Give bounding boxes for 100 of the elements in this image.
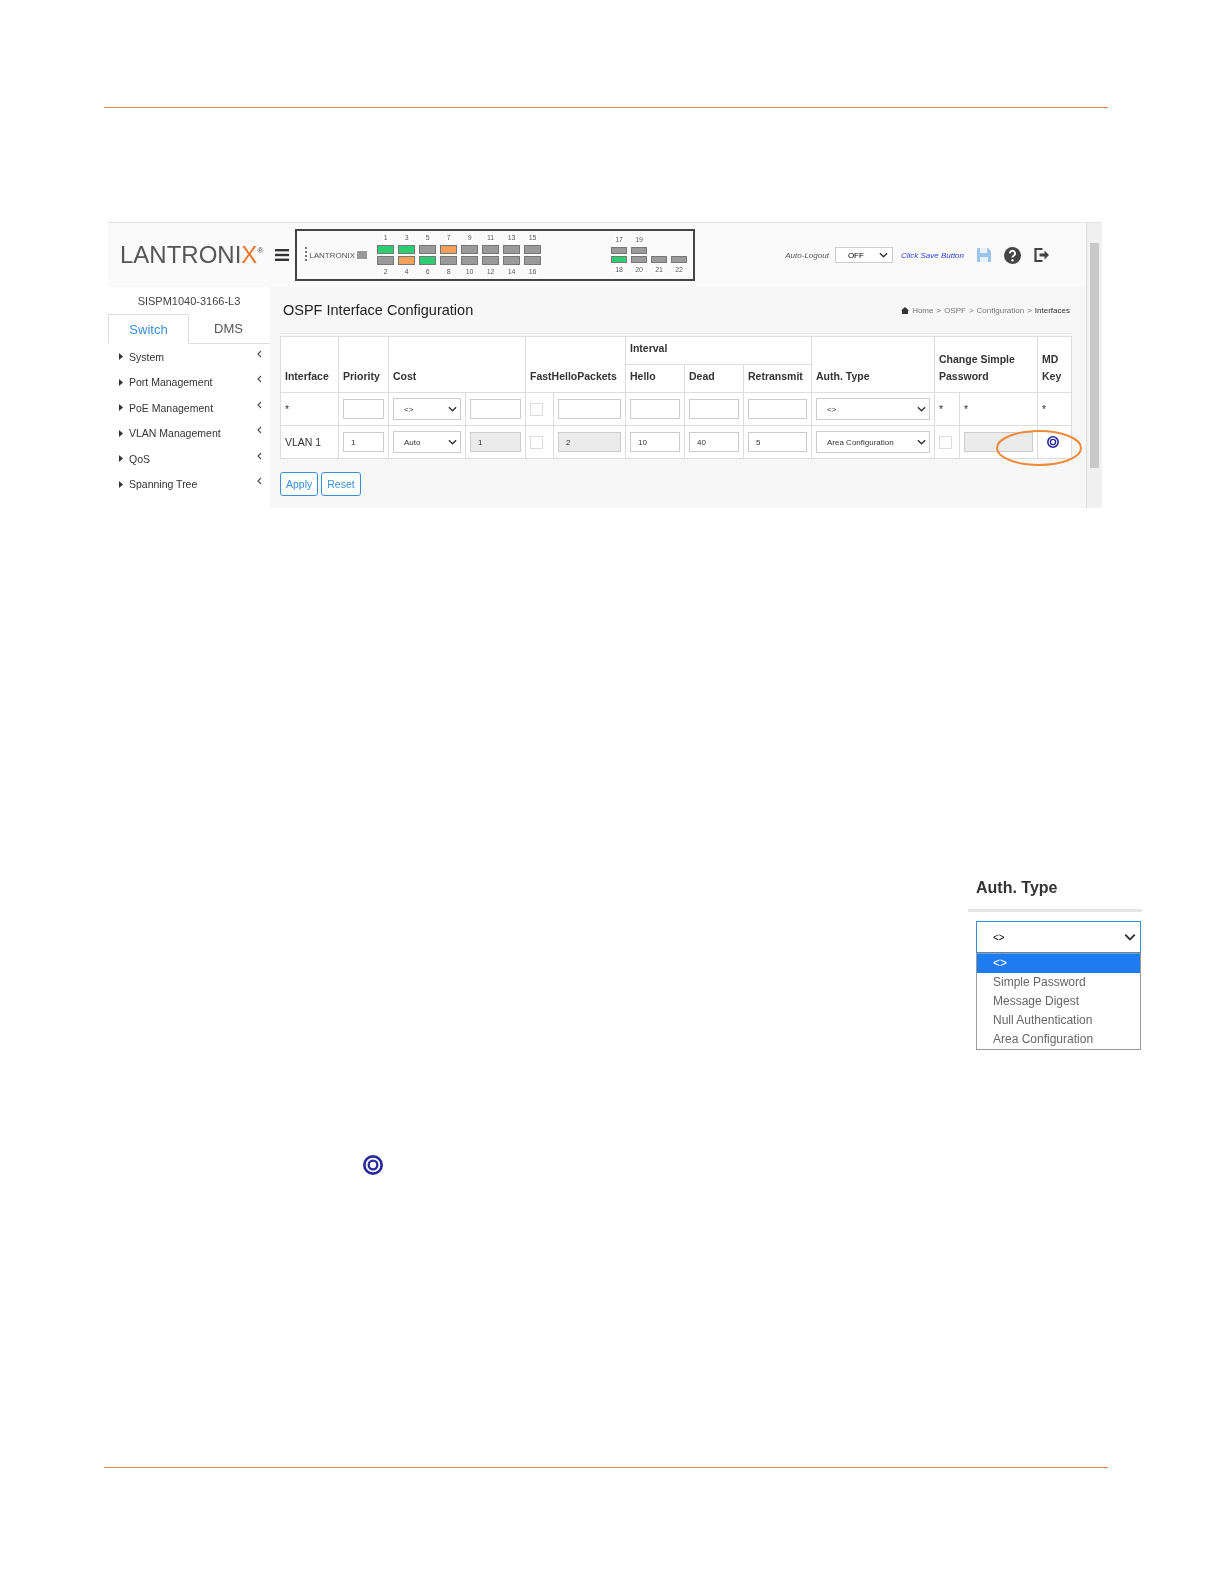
column-header: Auth. Type bbox=[811, 336, 935, 393]
column-header: Priority bbox=[338, 336, 389, 393]
input-field[interactable]: 10 bbox=[630, 432, 680, 452]
column-header: Cost bbox=[388, 336, 526, 393]
form-button[interactable]: Reset bbox=[321, 472, 361, 496]
checkbox[interactable] bbox=[530, 402, 543, 416]
port-icon[interactable] bbox=[419, 256, 437, 265]
help-icon[interactable] bbox=[1004, 246, 1021, 264]
chevron-icon bbox=[257, 426, 262, 435]
scrollbar[interactable] bbox=[1086, 223, 1102, 508]
column-header: Interface bbox=[280, 336, 339, 393]
select-field[interactable]: <> bbox=[393, 398, 461, 420]
port-icon[interactable] bbox=[398, 256, 416, 265]
dropdown-option[interactable]: Area Configuration bbox=[977, 1030, 1140, 1049]
select-field[interactable]: Auto bbox=[393, 431, 461, 453]
sidebar-item[interactable]: QoS bbox=[129, 452, 257, 465]
checkbox[interactable] bbox=[530, 435, 543, 449]
auto-logout-select[interactable]: OFF bbox=[834, 247, 893, 263]
port-icon[interactable] bbox=[461, 256, 479, 265]
sidebar-item[interactable]: Port Management bbox=[129, 376, 257, 389]
logout-icon[interactable] bbox=[1033, 247, 1050, 263]
breadcrumb-link[interactable]: Interfaces bbox=[1034, 305, 1070, 315]
input-field[interactable] bbox=[558, 399, 621, 419]
sidebar-item[interactable]: System bbox=[129, 350, 257, 363]
port-icon[interactable] bbox=[419, 245, 437, 254]
breadcrumb-separator: > bbox=[1027, 305, 1032, 315]
chevron-down-icon bbox=[917, 406, 926, 412]
home-icon bbox=[901, 306, 910, 314]
device-model: SISPM1040-3166-L3 bbox=[136, 294, 242, 309]
save-hint-link[interactable]: Click Save Button bbox=[900, 250, 964, 260]
dropdown-option[interactable]: <> bbox=[977, 954, 1140, 973]
sfp-port-icon[interactable] bbox=[631, 256, 648, 263]
table-cell: VLAN 1 bbox=[285, 436, 322, 448]
sidebar-tab[interactable]: Switch bbox=[108, 314, 189, 344]
breadcrumb-link[interactable]: Home bbox=[912, 305, 934, 315]
dropdown-option[interactable]: Simple Password bbox=[977, 973, 1140, 992]
caret-icon bbox=[119, 378, 123, 386]
sfp-port-icon[interactable] bbox=[611, 247, 628, 254]
port-icon[interactable] bbox=[482, 245, 500, 254]
port-icon[interactable] bbox=[503, 245, 521, 254]
sfp-port-icon[interactable] bbox=[671, 256, 688, 263]
panel-brand: LANTRONIX bbox=[309, 250, 356, 260]
breadcrumb-separator: > bbox=[968, 305, 974, 315]
checkbox[interactable] bbox=[939, 435, 952, 449]
sfp-port-icon[interactable] bbox=[611, 256, 628, 263]
port-icon[interactable] bbox=[482, 256, 500, 265]
port-icon[interactable] bbox=[503, 256, 521, 265]
caret-icon bbox=[119, 455, 123, 463]
breadcrumb-link[interactable]: OSPF bbox=[944, 305, 966, 315]
column-header: Dead bbox=[684, 364, 744, 393]
sidebar-item[interactable]: Spanning Tree bbox=[129, 478, 257, 491]
dropdown-option[interactable]: Message Digest bbox=[977, 992, 1140, 1011]
menu-icon[interactable] bbox=[275, 249, 290, 261]
chevron-down-icon bbox=[448, 439, 457, 445]
form-button[interactable]: Apply bbox=[280, 472, 319, 496]
chevron-icon bbox=[257, 400, 262, 409]
table-cell: * bbox=[1042, 403, 1047, 415]
select-field[interactable]: Area Configuration bbox=[816, 431, 930, 453]
column-header: MD Key bbox=[1037, 336, 1072, 393]
table-cell: * bbox=[285, 403, 290, 415]
led-icon bbox=[305, 247, 308, 263]
port-icon[interactable] bbox=[440, 256, 458, 265]
breadcrumb-link[interactable]: Configuration bbox=[976, 305, 1025, 315]
column-header: Hello bbox=[625, 364, 685, 393]
input-field[interactable] bbox=[470, 399, 521, 419]
input-field[interactable]: 1 bbox=[343, 432, 384, 452]
auto-logout-label: Auto-Logout bbox=[785, 250, 829, 260]
sidebar-tab[interactable]: DMS bbox=[189, 314, 268, 342]
sfp-port-icon[interactable] bbox=[651, 256, 668, 263]
input-field[interactable] bbox=[343, 399, 384, 419]
port-icon[interactable] bbox=[377, 256, 395, 265]
caret-icon bbox=[119, 404, 123, 412]
chevron-down-icon bbox=[878, 252, 888, 258]
input-field[interactable]: 40 bbox=[689, 432, 739, 452]
port-icon[interactable] bbox=[524, 256, 542, 265]
select-field[interactable]: <> bbox=[976, 921, 1141, 953]
sidebar-item[interactable]: PoE Management bbox=[129, 401, 257, 414]
table-cell: * bbox=[939, 403, 944, 415]
column-header: Change Simple Password bbox=[934, 336, 1038, 393]
breadcrumb-separator: > bbox=[936, 305, 942, 315]
select-field[interactable]: <> bbox=[816, 398, 930, 420]
dropdown-option[interactable]: Null Authentication bbox=[977, 1011, 1140, 1030]
input-field[interactable] bbox=[630, 399, 680, 419]
caret-icon bbox=[119, 480, 123, 488]
port-icon[interactable] bbox=[524, 245, 542, 254]
sfp-port-icon[interactable] bbox=[631, 247, 648, 254]
key-icon bbox=[363, 1155, 383, 1175]
input-field[interactable]: 5 bbox=[748, 432, 807, 452]
port-icon[interactable] bbox=[440, 245, 458, 254]
port-icon[interactable] bbox=[377, 245, 395, 254]
port-icon[interactable] bbox=[461, 245, 479, 254]
table-cell: * bbox=[964, 403, 969, 415]
page-title: OSPF Interface Configuration bbox=[283, 302, 474, 318]
sidebar-item[interactable]: VLAN Management bbox=[129, 427, 257, 440]
caret-icon bbox=[119, 429, 123, 437]
key-icon[interactable] bbox=[1047, 436, 1059, 448]
port-icon[interactable] bbox=[398, 245, 416, 254]
chevron-icon bbox=[257, 375, 262, 384]
input-field[interactable] bbox=[748, 399, 807, 419]
input-field[interactable] bbox=[689, 399, 739, 419]
